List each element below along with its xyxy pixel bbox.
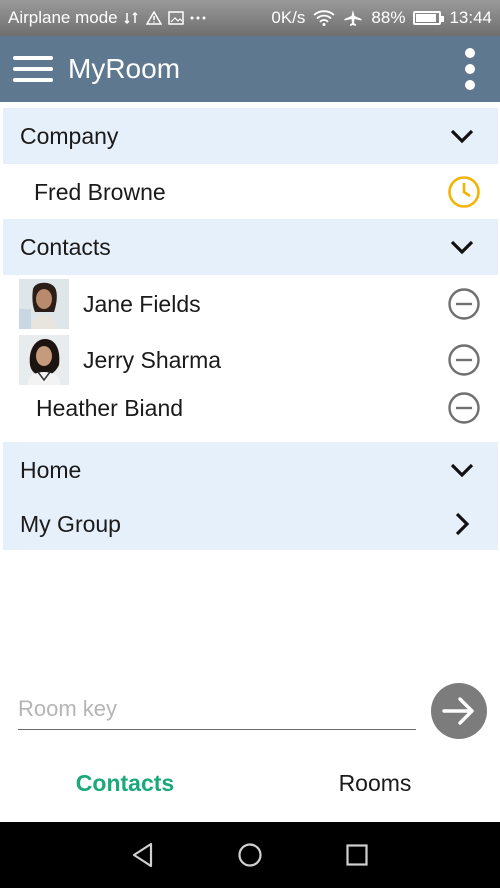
tab-contacts[interactable]: Contacts [0,752,250,814]
app-title: MyRoom [68,53,181,84]
chevron-down-icon [448,233,476,261]
section-header-company[interactable]: Company [3,108,498,164]
clock-time: 13:44 [449,8,492,27]
contact-name: Heather Biand [36,394,184,421]
section-header-home[interactable]: Home [3,442,498,498]
section-label: My Group [20,510,121,537]
contact-name: Fred Browne [34,178,166,205]
battery-percent: 88% [371,8,406,27]
wifi-icon [313,10,336,26]
more-notifications-icon [190,16,206,20]
recents-icon[interactable] [337,835,377,875]
home-icon[interactable] [230,835,270,875]
hamburger-menu-icon[interactable] [0,36,66,102]
app-bar: MyRoom [0,36,500,102]
airplane-mode-text: Airplane mode [8,8,118,27]
section-header-contacts[interactable]: Contacts [3,219,498,275]
image-icon [167,11,184,25]
bottom-tabs: Contacts Rooms [0,752,500,814]
contact-name: Jane Fields [83,290,201,317]
overflow-menu-icon[interactable] [440,36,500,102]
list-item[interactable]: Fred Browne [3,164,498,220]
go-button[interactable] [431,683,487,739]
list-item[interactable]: Jerry Sharma [3,334,498,386]
avatar [19,335,69,385]
airplane-icon [343,9,363,27]
back-icon[interactable] [123,835,163,875]
minus-circle-icon[interactable] [446,390,482,426]
arrow-right-icon [442,697,474,725]
chevron-right-icon [448,510,476,538]
warning-icon [145,11,162,25]
avatar [19,279,69,329]
minus-circle-icon[interactable] [446,286,482,322]
chevron-down-icon [448,456,476,484]
contact-name: Jerry Sharma [83,346,222,373]
list-item[interactable]: Jane Fields [3,278,498,330]
tab-rooms[interactable]: Rooms [250,752,500,814]
data-saver-icon [124,11,140,25]
battery-icon [413,11,445,25]
minus-circle-icon[interactable] [446,342,482,378]
section-label: Home [20,456,82,483]
network-speed: 0K/s [271,8,306,27]
list-item[interactable]: Heather Biand [3,386,498,430]
status-bar: Airplane mode 0K/s 88% 13:44 [0,0,500,36]
section-label: Company [20,122,119,149]
section-label: Contacts [20,233,111,260]
chevron-down-icon [448,122,476,150]
room-key-input[interactable] [18,688,416,730]
system-nav-bar [0,822,500,888]
section-header-my-group[interactable]: My Group [3,498,498,550]
clock-icon [446,174,482,210]
